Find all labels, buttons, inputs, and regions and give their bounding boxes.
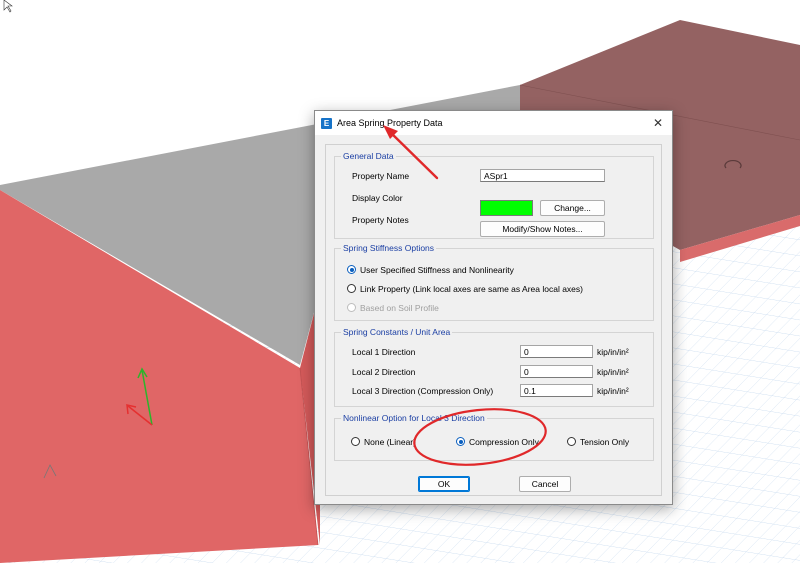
dialog-body: General Data Property Name Display Color… [325,144,662,496]
general-data-group: General Data Property Name Display Color… [334,151,654,239]
ok-button[interactable]: OK [418,476,470,492]
area-spring-property-dialog: E Area Spring Property Data ✕ General Da… [314,110,673,505]
radio-none-linear-dot[interactable] [351,437,360,447]
spring-constants-group: Spring Constants / Unit Area Local 1 Dir… [334,327,654,407]
spring-stiffness-legend: Spring Stiffness Options [341,243,437,253]
title-bar[interactable]: E Area Spring Property Data ✕ [315,111,672,135]
local-3-direction-label: Local 3 Direction (Compression Only) [352,386,494,396]
local-2-direction-label: Local 2 Direction [352,367,416,377]
radio-tension-only-label: Tension Only [580,436,630,447]
radio-compression-only[interactable]: Compression Only [456,436,539,448]
radio-none-linear[interactable]: None (Linear) [351,436,416,448]
radio-soil-profile-label: Based on Soil Profile [360,302,439,313]
local-3-unit: kip/in/in² [597,386,629,396]
nonlinear-option-legend: Nonlinear Option for Local 3 Direction [341,413,487,423]
display-color-swatch [480,200,533,216]
radio-user-specified[interactable]: User Specified Stiffness and Nonlinearit… [347,264,514,276]
radio-soil-profile-dot [347,303,356,313]
local-2-unit: kip/in/in² [597,367,629,377]
radio-none-linear-label: None (Linear) [364,436,416,447]
local-2-direction-input[interactable] [520,365,593,378]
radio-user-specified-label: User Specified Stiffness and Nonlinearit… [360,264,514,275]
spring-stiffness-options-group: Spring Stiffness Options User Specified … [334,243,654,321]
radio-tension-only[interactable]: Tension Only [567,436,629,448]
property-name-label: Property Name [352,171,410,181]
spring-constants-legend: Spring Constants / Unit Area [341,327,453,337]
nonlinear-option-group: Nonlinear Option for Local 3 Direction N… [334,413,654,461]
radio-link-property-label: Link Property (Link local axes are same … [360,283,583,294]
radio-compression-only-label: Compression Only [469,436,539,447]
local-3-direction-input[interactable] [520,384,593,397]
local-1-unit: kip/in/in² [597,347,629,357]
local-1-direction-label: Local 1 Direction [352,347,416,357]
change-color-button[interactable]: Change... [540,200,605,216]
cancel-button[interactable]: Cancel [519,476,571,492]
radio-soil-profile: Based on Soil Profile [347,302,439,314]
radio-compression-only-dot[interactable] [456,437,465,447]
modify-show-notes-button[interactable]: Modify/Show Notes... [480,221,605,237]
radio-link-property-dot[interactable] [347,284,356,294]
etabs-app-icon: E [321,118,332,129]
property-name-input[interactable] [480,169,605,182]
close-icon[interactable]: ✕ [650,115,666,131]
radio-user-specified-dot[interactable] [347,265,356,275]
dialog-title: Area Spring Property Data [337,118,443,128]
radio-link-property[interactable]: Link Property (Link local axes are same … [347,283,583,295]
local-1-direction-input[interactable] [520,345,593,358]
radio-tension-only-dot[interactable] [567,437,576,447]
property-notes-label: Property Notes [352,215,409,225]
display-color-label: Display Color [352,193,403,203]
general-data-legend: General Data [341,151,396,161]
